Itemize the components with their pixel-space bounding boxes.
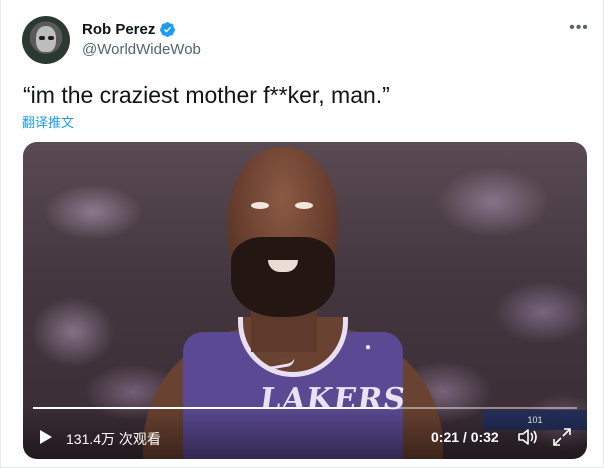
translate-tweet-link[interactable]: 翻译推文 bbox=[22, 112, 74, 131]
player-eye bbox=[251, 202, 269, 209]
more-horizontal-icon[interactable]: ••• bbox=[569, 20, 589, 36]
tweet-text: “im the craziest mother f**ker, man.” bbox=[23, 82, 390, 108]
avatar-eye bbox=[39, 36, 45, 40]
tweet-card[interactable]: Rob Perez @WorldWideWob ••• “im the craz… bbox=[0, 0, 604, 468]
progress-bar[interactable] bbox=[33, 407, 577, 409]
video-player[interactable]: ● LAKERS 101 131.4万 次观看 0:21 / 0:32 bbox=[23, 142, 587, 459]
view-count: 131.4万 次观看 bbox=[66, 431, 161, 447]
fullscreen-icon[interactable] bbox=[553, 428, 571, 446]
progress-fill bbox=[33, 407, 390, 409]
avatar-eye bbox=[48, 36, 54, 40]
author-handle[interactable]: @WorldWideWob bbox=[82, 41, 201, 58]
author-display-name[interactable]: Rob Perez bbox=[82, 21, 155, 38]
sponsor-badge: ● bbox=[365, 342, 372, 353]
volume-icon[interactable] bbox=[517, 428, 539, 446]
verified-badge-icon bbox=[160, 21, 176, 37]
player-beard bbox=[231, 237, 335, 317]
play-icon[interactable] bbox=[39, 429, 53, 445]
avatar[interactable] bbox=[22, 16, 70, 64]
author-name-row[interactable]: Rob Perez bbox=[82, 19, 176, 39]
player-eye bbox=[295, 202, 313, 209]
video-time: 0:21 / 0:32 bbox=[431, 429, 499, 445]
